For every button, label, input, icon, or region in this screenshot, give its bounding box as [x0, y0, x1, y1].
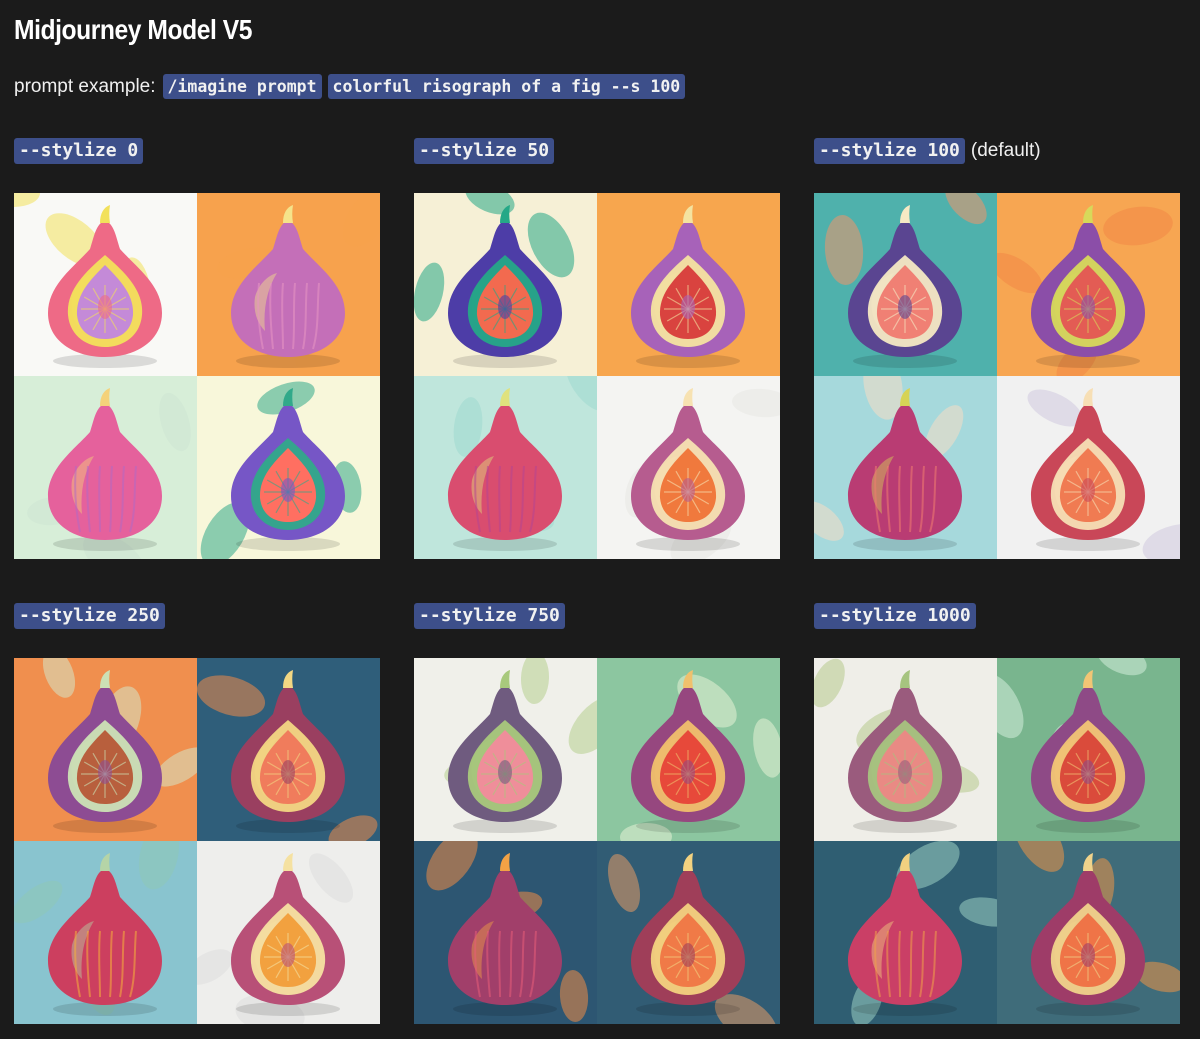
section-stylize-250: --stylize 250 [14, 602, 380, 1024]
stylize-param-code: --stylize 100 [814, 138, 965, 164]
image-grid [814, 193, 1180, 559]
fig-image [597, 841, 780, 1024]
fig-image-tile[interactable] [997, 841, 1180, 1024]
fig-image-tile[interactable] [814, 376, 997, 559]
fig-image-tile[interactable] [14, 376, 197, 559]
stylize-param-code: --stylize 0 [14, 138, 144, 164]
prompt-command-code: /imagine prompt [162, 74, 322, 99]
fig-image [14, 376, 197, 559]
fig-image [414, 376, 597, 559]
fig-image [197, 658, 380, 841]
page-title: Midjourney Model V5 [14, 14, 253, 45]
fig-image-tile[interactable] [414, 658, 597, 841]
section-stylize-750: --stylize 750 [414, 602, 780, 1024]
section-stylize-50: --stylize 50 [414, 137, 780, 559]
section-heading: --stylize 0 [14, 137, 380, 165]
fig-image [14, 658, 197, 841]
stylize-param-code: --stylize 1000 [814, 603, 976, 629]
fig-image [997, 658, 1180, 841]
section-heading: --stylize 250 [14, 602, 380, 630]
fig-image-tile[interactable] [414, 841, 597, 1024]
fig-image [814, 658, 997, 841]
fig-image-tile[interactable] [14, 841, 197, 1024]
param-note: (default) [970, 140, 1041, 161]
image-grid [814, 658, 1180, 1024]
fig-image [814, 841, 997, 1024]
prompt-label: prompt example: [14, 75, 156, 97]
fig-image-tile[interactable] [597, 658, 780, 841]
fig-image-tile[interactable] [197, 376, 380, 559]
fig-image-tile[interactable] [597, 841, 780, 1024]
section-heading: --stylize 1000 [814, 602, 1180, 630]
image-grid [14, 193, 380, 559]
section-stylize-0: --stylize 0 [14, 137, 380, 559]
fig-image-tile[interactable] [814, 658, 997, 841]
fig-image [414, 658, 597, 841]
fig-image [414, 193, 597, 376]
fig-image-tile[interactable] [997, 193, 1180, 376]
fig-image [414, 841, 597, 1024]
fig-image-tile[interactable] [597, 193, 780, 376]
fig-image-tile[interactable] [814, 193, 997, 376]
section-heading: --stylize 50 [414, 137, 780, 165]
fig-image-tile[interactable] [197, 658, 380, 841]
fig-image-tile[interactable] [814, 841, 997, 1024]
section-stylize-100: --stylize 100 (default) [814, 137, 1180, 559]
image-grid [14, 658, 380, 1024]
fig-image [597, 376, 780, 559]
fig-image [997, 193, 1180, 376]
fig-image-tile[interactable] [414, 193, 597, 376]
stylize-param-code: --stylize 750 [414, 603, 565, 629]
fig-image [814, 376, 997, 559]
fig-image [814, 193, 997, 376]
section-heading: --stylize 100 (default) [814, 137, 1180, 165]
fig-image [997, 376, 1180, 559]
fig-image-tile[interactable] [414, 376, 597, 559]
fig-image-tile[interactable] [997, 658, 1180, 841]
stylize-param-code: --stylize 50 [414, 138, 555, 164]
fig-image [997, 841, 1180, 1024]
prompt-text-code: colorful risograph of a fig --s 100 [327, 74, 686, 99]
fig-image [14, 841, 197, 1024]
image-grid [414, 658, 780, 1024]
fig-image-tile[interactable] [14, 658, 197, 841]
fig-image [197, 376, 380, 559]
fig-image [197, 193, 380, 376]
fig-image [597, 193, 780, 376]
section-stylize-1000: --stylize 1000 [814, 602, 1180, 1024]
fig-image-tile[interactable] [997, 376, 1180, 559]
fig-image-tile[interactable] [14, 193, 197, 376]
fig-image-tile[interactable] [197, 841, 380, 1024]
fig-image [197, 841, 380, 1024]
image-grid [414, 193, 780, 559]
stylize-param-code: --stylize 250 [14, 603, 165, 629]
fig-image-tile[interactable] [597, 376, 780, 559]
fig-image-tile[interactable] [197, 193, 380, 376]
fig-image [597, 658, 780, 841]
section-heading: --stylize 750 [414, 602, 780, 630]
fig-image [14, 193, 197, 376]
prompt-example: prompt example: /imagine prompt colorful… [14, 74, 686, 99]
